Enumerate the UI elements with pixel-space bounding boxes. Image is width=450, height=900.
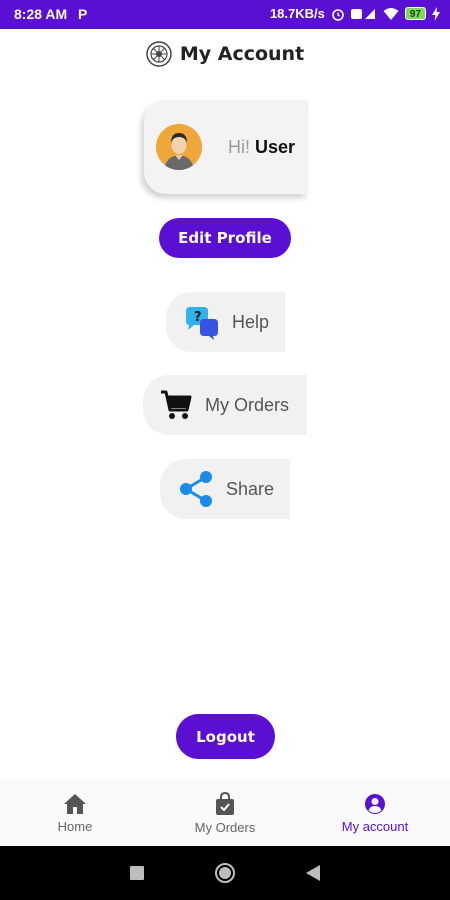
menu-item-share[interactable]: Share <box>160 459 290 519</box>
nav-my-orders[interactable]: My Orders <box>150 780 300 846</box>
status-right: 18.7KB/s 97 <box>270 6 440 21</box>
page-header: My Account <box>0 38 450 70</box>
app-notification-icon: P <box>78 6 88 22</box>
home-icon <box>64 793 86 814</box>
account-icon <box>365 793 385 814</box>
wifi-icon <box>383 7 399 20</box>
nav-my-orders-label: My Orders <box>194 819 256 835</box>
user-name: User <box>255 136 296 157</box>
greeting-hi: Hi! <box>228 136 250 157</box>
charging-icon <box>432 6 440 21</box>
menu-orders-label: My Orders <box>205 394 290 415</box>
nav-my-account[interactable]: My account <box>300 780 450 846</box>
menu-item-my-orders[interactable]: My Orders <box>143 375 307 435</box>
alarm-icon <box>332 8 344 21</box>
logo-icon <box>146 41 172 67</box>
system-navigation-bar <box>0 846 450 900</box>
greeting: Hi! User <box>228 137 295 158</box>
nav-my-account-label: My account <box>341 818 409 834</box>
bottom-navigation: Home My Orders My account <box>0 780 450 846</box>
menu-share-label: Share <box>226 478 275 499</box>
menu-item-help[interactable]: ? Help <box>166 292 285 352</box>
status-time: 8:28 AM <box>14 6 68 22</box>
help-chat-icon: ? <box>186 307 218 340</box>
back-icon[interactable] <box>306 865 320 881</box>
shopping-bag-icon <box>216 791 234 815</box>
avatar <box>156 124 202 170</box>
nav-home-label: Home <box>57 818 93 834</box>
profile-card: Hi! User <box>144 100 308 194</box>
share-icon <box>180 471 212 507</box>
nav-home[interactable]: Home <box>0 780 150 846</box>
edit-profile-button[interactable]: Edit Profile <box>159 218 291 258</box>
status-bar: 8:28 AM P 18.7KB/s 97 <box>0 0 450 29</box>
page-title: My Account <box>179 43 305 65</box>
hd-signal-icon <box>350 8 375 19</box>
network-speed: 18.7KB/s <box>269 6 325 21</box>
cart-icon <box>161 390 192 419</box>
battery-indicator: 97 <box>404 7 426 20</box>
home-circle-icon[interactable] <box>214 862 236 884</box>
recents-icon[interactable] <box>130 866 144 880</box>
menu-help-label: Help <box>232 311 270 332</box>
logout-button[interactable]: Logout <box>176 714 275 759</box>
